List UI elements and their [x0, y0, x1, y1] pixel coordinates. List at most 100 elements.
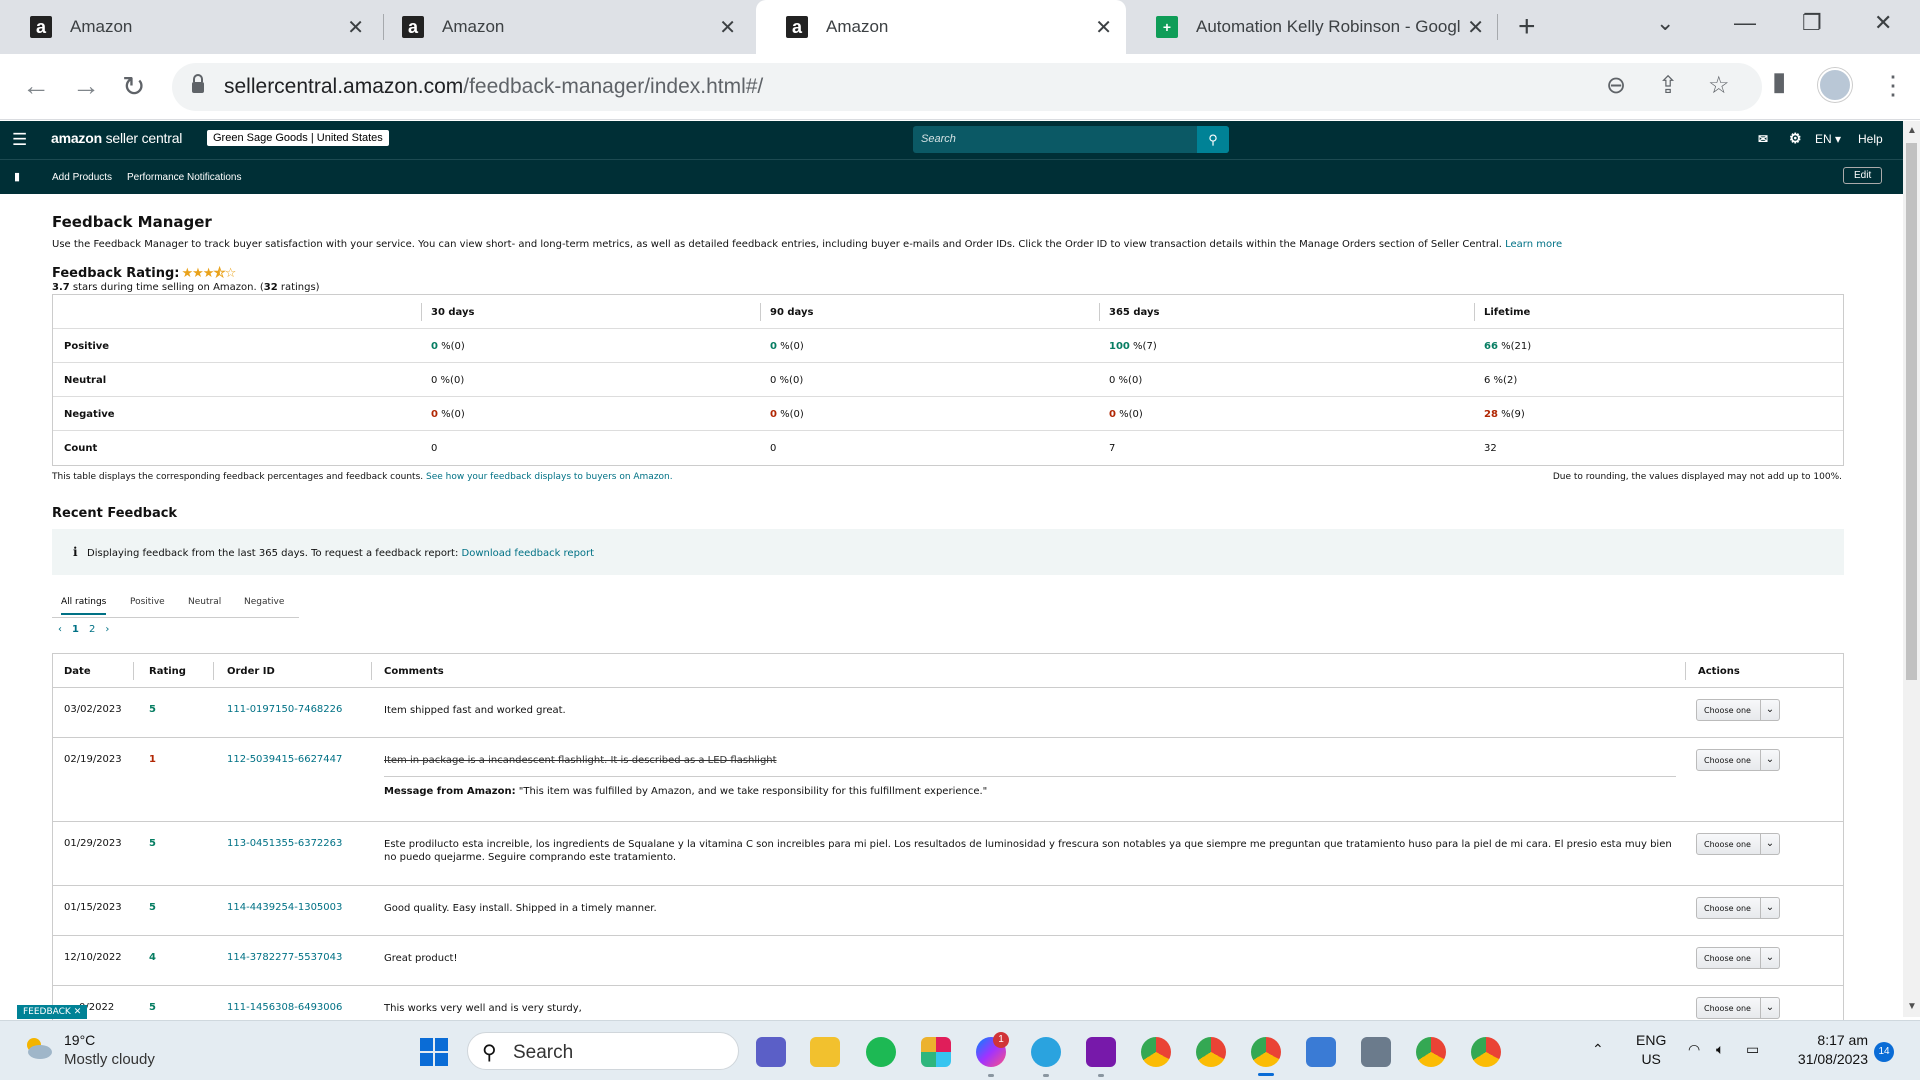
bookmark-star-icon[interactable]: ☆	[1708, 71, 1730, 100]
actions-dropdown[interactable]: Choose one ⌄	[1696, 749, 1780, 771]
back-icon[interactable]: ←	[22, 70, 50, 102]
side-panel-icon[interactable]: ▮	[1772, 66, 1786, 97]
row-rating: 5	[149, 902, 156, 913]
actions-dropdown[interactable]: Choose one ⌄	[1696, 699, 1780, 721]
url-field[interactable]: sellercentral.amazon.com/feedback-manage…	[172, 63, 1762, 111]
actions-dropdown[interactable]: Choose one ⌄	[1696, 833, 1780, 855]
file-explorer-icon[interactable]	[810, 1037, 840, 1067]
tab-all-ratings[interactable]: All ratings	[61, 597, 107, 615]
edit-button[interactable]: Edit	[1843, 167, 1883, 184]
mail-icon[interactable]: ✉	[1758, 132, 1768, 146]
summary-cell: 0 %(0)	[1109, 375, 1143, 386]
search-input[interactable]: Search ⚲	[913, 126, 1229, 153]
download-report-link[interactable]: Download feedback report	[462, 548, 595, 559]
order-id-link[interactable]: 111-0197150-7468226	[227, 704, 342, 715]
store-selector[interactable]: Green Sage Goods | United States	[207, 130, 389, 146]
seller-central-logo[interactable]: amazon seller central	[51, 130, 182, 146]
nav-performance-notifications[interactable]: Performance Notifications	[127, 172, 242, 183]
tab-neutral[interactable]: Neutral	[188, 597, 221, 607]
chrome-profile-icon[interactable]	[1196, 1037, 1226, 1067]
browser-tab[interactable]: a Amazon ✕	[372, 0, 750, 54]
next-page-icon[interactable]: ›	[105, 624, 109, 635]
reload-icon[interactable]: ↻	[122, 70, 145, 103]
browser-tab-active[interactable]: a Amazon ✕	[756, 0, 1126, 54]
scrollbar-thumb[interactable]	[1906, 143, 1917, 680]
page-scrollbar[interactable]: ▲ ▼	[1903, 121, 1920, 1017]
chrome-profile-icon[interactable]	[1471, 1037, 1501, 1067]
close-icon[interactable]: ✕	[1095, 15, 1112, 40]
tab-search-icon[interactable]: ⌄	[1656, 10, 1674, 36]
telegram-icon[interactable]	[1031, 1037, 1061, 1067]
zoom-icon[interactable]: ⊖	[1606, 71, 1626, 100]
chevron-up-icon[interactable]: ⌃	[1592, 1041, 1604, 1058]
tab-negative[interactable]: Negative	[244, 597, 284, 607]
running-app-indicator	[988, 1074, 994, 1077]
browser-tab[interactable]: a Amazon ✕	[0, 0, 378, 54]
order-id-link[interactable]: 114-4439254-1305003	[227, 902, 342, 913]
search-icon[interactable]: ⚲	[1197, 126, 1229, 153]
spotify-icon[interactable]	[866, 1037, 896, 1067]
new-tab-button[interactable]: +	[1518, 10, 1536, 44]
chrome-profile-icon[interactable]	[1416, 1037, 1446, 1067]
tab-positive[interactable]: Positive	[130, 597, 165, 607]
chrome-active-icon[interactable]	[1251, 1037, 1281, 1067]
actions-dropdown[interactable]: Choose one ⌄	[1696, 897, 1780, 919]
close-icon[interactable]: ✕	[719, 15, 736, 40]
gear-icon[interactable]: ⚙	[1789, 130, 1802, 147]
browser-tab[interactable]: + Automation Kelly Robinson - Googl ✕	[1126, 0, 1498, 54]
battery-icon[interactable]: ▭	[1746, 1041, 1759, 1058]
page-1[interactable]: 1	[72, 624, 79, 635]
actions-dropdown[interactable]: Choose one ⌄	[1696, 947, 1780, 969]
notification-count[interactable]: 14	[1874, 1042, 1894, 1062]
slack-icon[interactable]	[921, 1037, 951, 1067]
calculator-icon[interactable]	[1361, 1037, 1391, 1067]
scroll-up-icon[interactable]: ▲	[1907, 125, 1917, 136]
help-link[interactable]: Help	[1858, 132, 1883, 146]
prev-page-icon[interactable]: ‹	[58, 624, 62, 635]
browser-menu-icon[interactable]: ⋮	[1880, 70, 1906, 101]
notepad-icon[interactable]	[1306, 1037, 1336, 1067]
windows-start-icon[interactable]	[420, 1038, 448, 1066]
input-language[interactable]: ENG US	[1636, 1031, 1666, 1069]
nav-add-products[interactable]: Add Products	[52, 172, 112, 183]
speaker-icon[interactable]: 🔈︎	[1716, 1041, 1724, 1058]
actions-dropdown[interactable]: Choose one ⌄	[1696, 997, 1780, 1019]
minimize-icon[interactable]: —	[1734, 10, 1756, 36]
onenote-icon[interactable]	[1086, 1037, 1116, 1067]
order-id-link[interactable]: 113-0451355-6372263	[227, 838, 342, 849]
chevron-down-icon: ⌄	[1760, 700, 1779, 720]
active-app-indicator	[1258, 1073, 1274, 1076]
language-selector[interactable]: EN ▾	[1815, 132, 1841, 146]
teams-icon[interactable]	[756, 1037, 786, 1067]
page-2[interactable]: 2	[89, 624, 95, 635]
order-id-link[interactable]: 112-5039415-6627447	[227, 754, 342, 765]
close-icon[interactable]: ✕	[347, 15, 364, 40]
feedback-display-link[interactable]: See how your feedback displays to buyers…	[426, 472, 673, 482]
bookmark-icon[interactable]: ▮	[14, 170, 20, 183]
hamburger-menu-icon[interactable]: ☰	[12, 130, 27, 150]
scroll-down-icon[interactable]: ▼	[1907, 1001, 1917, 1012]
feedback-tab-button[interactable]: FEEDBACK ✕	[17, 1005, 88, 1019]
chrome-icon[interactable]	[1141, 1037, 1171, 1067]
col-actions: Actions	[1698, 666, 1740, 677]
forward-icon[interactable]: →	[72, 70, 100, 102]
restore-icon[interactable]: ❐	[1802, 10, 1822, 36]
wifi-icon[interactable]: ◠	[1688, 1041, 1700, 1058]
profile-avatar[interactable]	[1818, 68, 1852, 102]
taskbar-search-input[interactable]: ⚲ Search	[467, 1032, 739, 1070]
feedback-summary-table: 30 days 90 days 365 days Lifetime Positi…	[52, 294, 1844, 466]
rating-filter-tabs: All ratings Positive Neutral Negative	[52, 594, 299, 618]
order-id-link[interactable]: 111-1456308-6493006	[227, 1002, 342, 1013]
summary-cell: 32	[1484, 443, 1497, 454]
recent-feedback-table: Date Rating Order ID Comments Actions 03…	[52, 653, 1844, 1023]
clock[interactable]: 8:17 am 31/08/2023	[1790, 1031, 1868, 1069]
window-close-icon[interactable]: ✕	[1874, 10, 1892, 36]
info-text: Displaying feedback from the last 365 da…	[87, 548, 595, 559]
weather-temp[interactable]: 19°C	[64, 1032, 95, 1048]
share-icon[interactable]: ⇪	[1658, 71, 1678, 100]
table-row: 12/10/2022 4 114-3782277-5537043 Great p…	[53, 936, 1843, 986]
weather-condition[interactable]: Mostly cloudy	[64, 1051, 155, 1068]
close-icon[interactable]: ✕	[1467, 15, 1484, 40]
learn-more-link[interactable]: Learn more	[1505, 239, 1562, 250]
order-id-link[interactable]: 114-3782277-5537043	[227, 952, 342, 963]
